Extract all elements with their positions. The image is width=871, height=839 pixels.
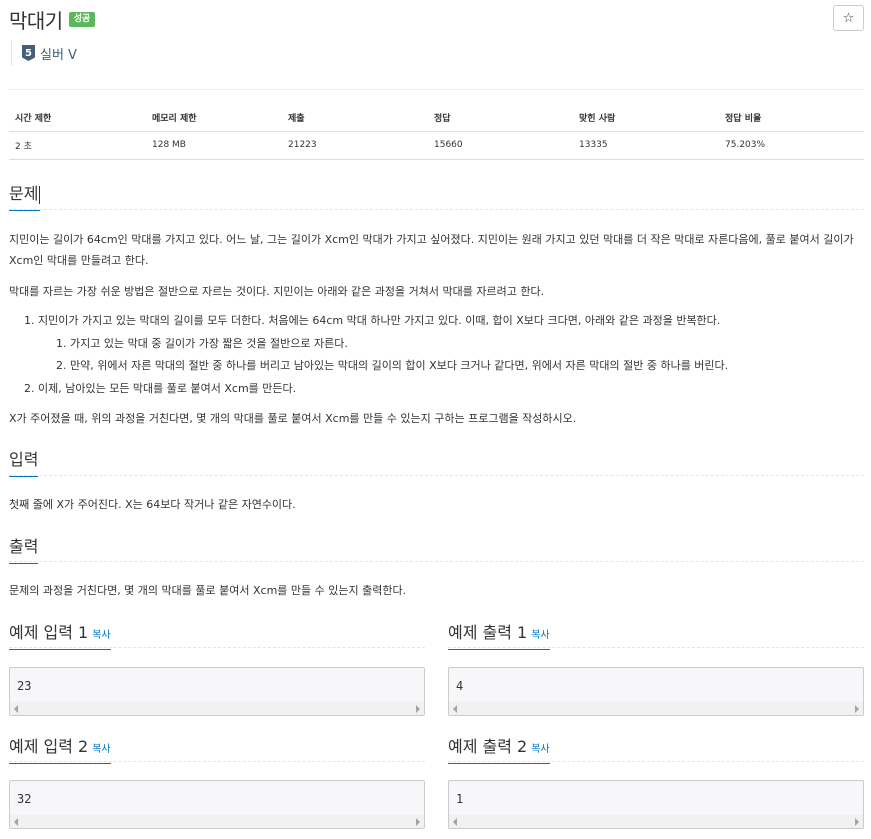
- scroll-left-arrow-icon[interactable]: [14, 705, 18, 713]
- table-header-cell: 제출: [282, 104, 428, 132]
- scroll-right-arrow-icon[interactable]: [416, 818, 420, 826]
- problem-paragraph-3: X가 주어졌을 때, 위의 과정을 거친다면, 몇 개의 막대를 풀로 붙여서 …: [9, 412, 577, 425]
- sample-value: 32: [17, 792, 32, 806]
- input-section-heading: 입력: [9, 446, 39, 477]
- sample-input-2-heading: 예제 입력 2 복사: [9, 733, 111, 764]
- horizontal-scrollbar[interactable]: [10, 815, 424, 828]
- status-badge: 성공: [68, 11, 96, 27]
- output-section-heading: 출력: [9, 533, 39, 564]
- table-cell: 13335: [573, 131, 719, 160]
- heading-divider: [9, 475, 864, 476]
- sample-output-1-box[interactable]: 4: [448, 667, 864, 716]
- table-header-cell: 시간 제한: [9, 104, 146, 132]
- sample-value: 4: [456, 679, 464, 693]
- sample-title: 예제 입력 1: [9, 623, 89, 642]
- sample-value: 1: [456, 792, 464, 806]
- heading-divider: [9, 561, 864, 562]
- heading-divider: [448, 647, 864, 648]
- sample-output-2-heading: 예제 출력 2 복사: [448, 733, 550, 764]
- scroll-left-arrow-icon[interactable]: [453, 818, 457, 826]
- sample-title: 예제 입력 2: [9, 737, 89, 756]
- table-row: 2 초 128 MB 21223 15660 13335 75.203%: [9, 131, 864, 160]
- problem-paragraph-2: 막대를 자르는 가장 쉬운 방법은 절반으로 자르는 것이다. 지민이는 아래와…: [9, 285, 545, 298]
- horizontal-scrollbar[interactable]: [449, 702, 863, 715]
- section-heading-text: 입력: [9, 446, 39, 477]
- table-header-cell: 정답 비율: [719, 104, 864, 132]
- problem-title-row: 막대기 성공: [9, 6, 96, 33]
- table-header-cell: 메모리 제한: [146, 104, 282, 132]
- star-icon: ☆: [842, 10, 855, 26]
- horizontal-scrollbar[interactable]: [449, 815, 863, 828]
- problem-tier[interactable]: 5 실버 V: [11, 40, 77, 66]
- copy-button[interactable]: 복사: [92, 630, 110, 641]
- table-cell: 128 MB: [146, 131, 282, 160]
- copy-button[interactable]: 복사: [531, 630, 549, 641]
- sample-value: 23: [17, 679, 32, 693]
- scroll-right-arrow-icon[interactable]: [855, 705, 859, 713]
- problem-section-heading: 문제: [9, 180, 41, 211]
- sample-output-2-box[interactable]: 1: [448, 780, 864, 829]
- scroll-left-arrow-icon[interactable]: [453, 705, 457, 713]
- sample-title: 예제 출력 1: [448, 623, 528, 642]
- table-header-cell: 정답: [428, 104, 573, 132]
- sample-input-2-box[interactable]: 32: [9, 780, 425, 829]
- table-cell: 2 초: [9, 131, 146, 160]
- tier-label: 실버 V: [40, 47, 77, 63]
- list-item: 1. 지민이가 가지고 있는 막대의 길이를 모두 더한다. 처음에는 64cm…: [24, 314, 721, 327]
- problem-paragraph-1: 지민이는 길이가 64cm인 막대를 가지고 있다. 어느 날, 그는 길이가 …: [9, 233, 854, 267]
- horizontal-scrollbar[interactable]: [10, 702, 424, 715]
- list-item: 1. 가지고 있는 막대 중 길이가 가장 짧은 것을 절반으로 자른다.: [56, 337, 348, 350]
- input-description: 첫째 줄에 X가 주어진다. X는 64보다 작거나 같은 자연수이다.: [9, 498, 296, 511]
- problem-info-table: 시간 제한 메모리 제한 제출 정답 맞힌 사람 정답 비율 2 초 128 M…: [9, 104, 864, 160]
- divider: [9, 89, 864, 90]
- table-cell: 75.203%: [719, 131, 864, 160]
- scroll-right-arrow-icon[interactable]: [855, 818, 859, 826]
- table-header-row: 시간 제한 메모리 제한 제출 정답 맞힌 사람 정답 비율: [9, 104, 864, 132]
- sample-output-1-heading: 예제 출력 1 복사: [448, 619, 550, 650]
- section-heading-text: 문제: [9, 184, 39, 203]
- section-heading-text: 출력: [9, 533, 39, 564]
- output-description: 문제의 과정을 거친다면, 몇 개의 막대를 풀로 붙여서 Xcm를 만들 수 …: [9, 584, 407, 597]
- heading-divider: [9, 209, 864, 210]
- heading-divider: [448, 761, 864, 762]
- list-item: 2. 이제, 남아있는 모든 막대를 풀로 붙여서 Xcm를 만든다.: [24, 382, 297, 395]
- list-item: 2. 만약, 위에서 자른 막대의 절반 중 하나를 버리고 남아있는 막대의 …: [56, 359, 729, 372]
- sample-title: 예제 출력 2: [448, 737, 528, 756]
- heading-divider: [9, 647, 425, 648]
- favorite-star-button[interactable]: ☆: [833, 5, 864, 31]
- sample-input-1-heading: 예제 입력 1 복사: [9, 619, 111, 650]
- scroll-left-arrow-icon[interactable]: [14, 818, 18, 826]
- table-cell: 21223: [282, 131, 428, 160]
- table-header-cell: 맞힌 사람: [573, 104, 719, 132]
- text-cursor: [39, 185, 41, 204]
- copy-button[interactable]: 복사: [531, 744, 549, 755]
- heading-divider: [9, 761, 425, 762]
- copy-button[interactable]: 복사: [92, 744, 110, 755]
- tier-icon: 5: [22, 45, 35, 61]
- table-cell: 15660: [428, 131, 573, 160]
- scroll-right-arrow-icon[interactable]: [416, 705, 420, 713]
- sample-input-1-box[interactable]: 23: [9, 667, 425, 716]
- problem-title: 막대기: [9, 8, 63, 33]
